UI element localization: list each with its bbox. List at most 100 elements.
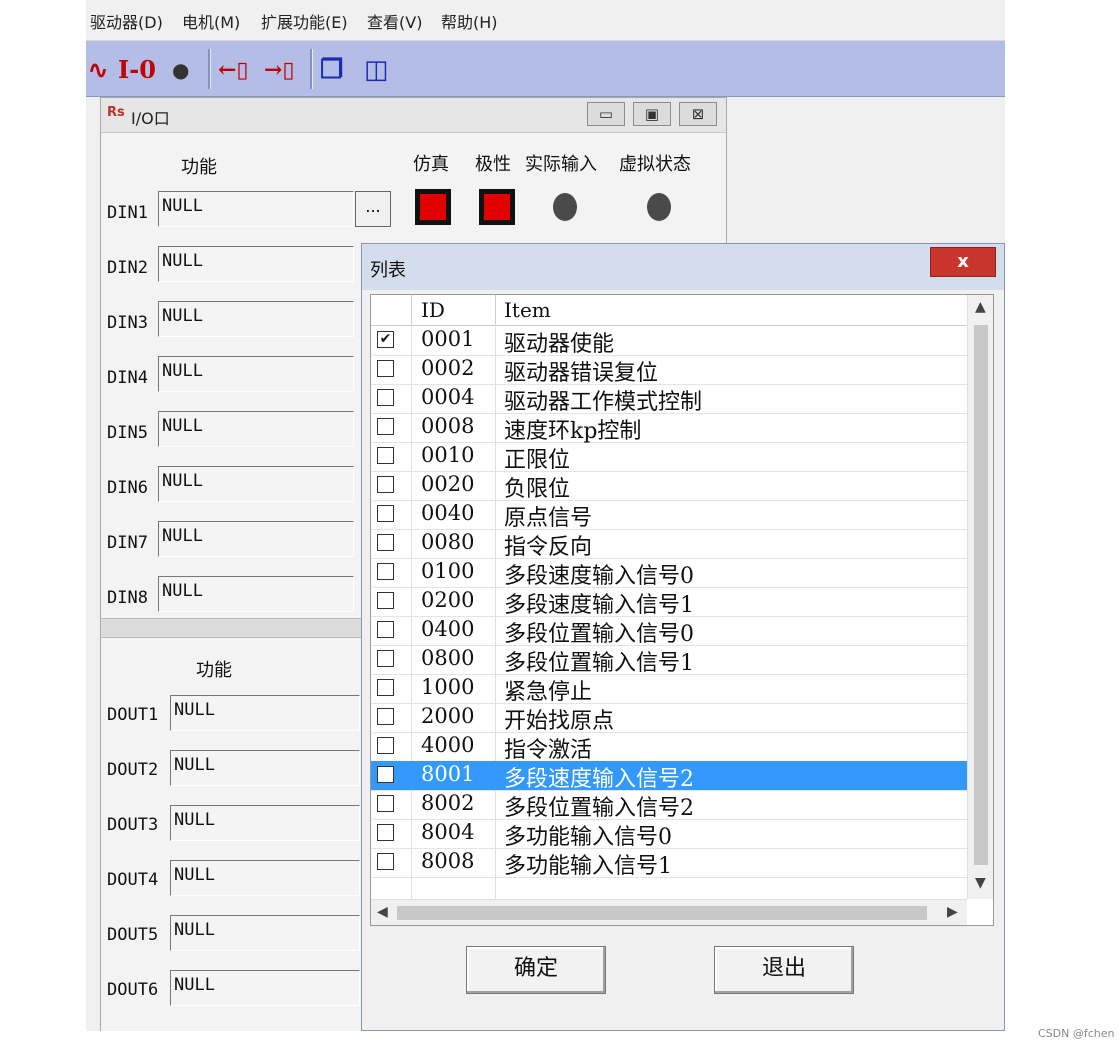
item-checkbox[interactable]: ✔: [377, 331, 394, 348]
list-item[interactable]: ✔ 0001 驱动器使能: [371, 326, 967, 357]
menu-view[interactable]: 查看(V): [367, 9, 422, 33]
item-checkbox[interactable]: [377, 737, 394, 754]
column-header-id[interactable]: ID: [421, 298, 445, 322]
horizontal-scrollbar[interactable]: ◀ ▶: [371, 899, 967, 925]
item-checkbox[interactable]: [377, 505, 394, 522]
item-checkbox[interactable]: [377, 650, 394, 667]
column-divider[interactable]: [411, 295, 412, 325]
horizontal-scroll-thumb[interactable]: [397, 906, 927, 920]
download-icon[interactable]: →▯: [264, 55, 295, 85]
exit-button[interactable]: 退出: [714, 946, 854, 994]
din-function-field[interactable]: NULL: [158, 301, 354, 337]
vertical-scroll-thumb[interactable]: [974, 325, 988, 865]
dout-function-field[interactable]: NULL: [170, 860, 360, 896]
item-checkbox[interactable]: [377, 360, 394, 377]
dout-function-field[interactable]: NULL: [170, 915, 360, 951]
output-function-header: 功能: [196, 660, 232, 681]
list-item[interactable]: 1000 紧急停止: [371, 674, 967, 705]
item-checkbox[interactable]: [377, 534, 394, 551]
menu-extensions[interactable]: 扩展功能(E): [261, 9, 348, 33]
list-item[interactable]: 0800 多段位置输入信号1: [371, 645, 967, 676]
toolbar: ∿ I-0 ● ←▯ →▯ ❐ ◫: [86, 41, 1005, 97]
list-item[interactable]: 0020 负限位: [371, 471, 967, 502]
item-checkbox[interactable]: [377, 824, 394, 841]
column-divider[interactable]: [495, 295, 496, 325]
column-header-item[interactable]: Item: [504, 298, 551, 322]
list-header: ID Item: [371, 295, 967, 326]
io-button[interactable]: I-0: [118, 55, 156, 85]
dialog-titlebar: 列表 x: [362, 244, 1004, 290]
actual-input-indicator: [553, 193, 577, 221]
menu-motor[interactable]: 电机(M): [182, 9, 240, 33]
minimize-button[interactable]: ▭: [587, 102, 625, 126]
scroll-right-icon[interactable]: ▶: [947, 904, 958, 920]
list-item[interactable]: 0200 多段速度输入信号1: [371, 587, 967, 618]
item-checkbox[interactable]: [377, 853, 394, 870]
scroll-left-icon[interactable]: ◀: [377, 904, 388, 920]
din-function-field[interactable]: NULL: [158, 466, 354, 502]
list-item[interactable]: 2000 开始找原点: [371, 703, 967, 734]
simulate-toggle[interactable]: [415, 189, 451, 225]
list-dialog: 列表 x ID Item ✔ 0001 驱动器使能 0002 驱动器错误复位 0004 驱动…: [361, 243, 1005, 1031]
dout-function-field[interactable]: NULL: [170, 695, 360, 731]
din-function-field[interactable]: NULL: [158, 411, 354, 447]
item-checkbox[interactable]: [377, 621, 394, 638]
item-checkbox[interactable]: [377, 592, 394, 609]
list-item[interactable]: 0010 正限位: [371, 442, 967, 473]
item-id: 0020: [421, 472, 475, 496]
item-checkbox[interactable]: [377, 389, 394, 406]
item-checkbox[interactable]: [377, 795, 394, 812]
list-item[interactable]: 8008 多功能输入信号1: [371, 848, 967, 879]
close-button[interactable]: ⊠: [679, 102, 717, 126]
list-item[interactable]: 0004 驱动器工作模式控制: [371, 384, 967, 415]
item-id: 8008: [421, 849, 475, 873]
list-item[interactable]: 4000 指令激活: [371, 732, 967, 763]
item-name: 多功能输入信号1: [504, 854, 672, 879]
list-item[interactable]: 8004 多功能输入信号0: [371, 819, 967, 850]
confirm-button[interactable]: 确定: [466, 946, 606, 994]
item-checkbox[interactable]: [377, 563, 394, 580]
din-function-field[interactable]: NULL: [158, 576, 354, 612]
dout-function-field[interactable]: NULL: [170, 750, 360, 786]
item-checkbox[interactable]: [377, 476, 394, 493]
item-checkbox[interactable]: [377, 418, 394, 435]
din-function-field[interactable]: NULL: [158, 246, 354, 282]
din-label: DIN2: [107, 258, 148, 278]
cascade-windows-icon[interactable]: ❐: [320, 55, 343, 85]
upload-icon[interactable]: ←▯: [218, 55, 249, 85]
item-checkbox[interactable]: [377, 708, 394, 725]
list-item[interactable]: 0040 原点信号: [371, 500, 967, 531]
item-checkbox[interactable]: [377, 447, 394, 464]
scroll-down-icon[interactable]: ▼: [975, 875, 986, 891]
list-item[interactable]: 0100 多段速度输入信号0: [371, 558, 967, 589]
vertical-scrollbar[interactable]: ▲ ▼: [967, 295, 993, 899]
dout-function-field[interactable]: NULL: [170, 805, 360, 841]
polarity-toggle[interactable]: [479, 189, 515, 225]
dialog-close-button[interactable]: x: [930, 247, 996, 277]
browse-button[interactable]: ...: [355, 191, 391, 227]
din-label: DIN5: [107, 423, 148, 443]
virtual-state-header: 虚拟状态: [619, 154, 691, 175]
menu-driver[interactable]: 驱动器(D): [90, 9, 163, 33]
record-icon[interactable]: ●: [172, 55, 189, 85]
dout-function-field[interactable]: NULL: [170, 970, 360, 1006]
list-item[interactable]: 0400 多段位置输入信号0: [371, 616, 967, 647]
din-function-field[interactable]: NULL: [158, 356, 354, 392]
list-item[interactable]: 8001 多段速度输入信号2: [371, 761, 967, 792]
scroll-up-icon[interactable]: ▲: [975, 299, 986, 315]
maximize-button[interactable]: ▣: [633, 102, 671, 126]
dout-label: DOUT6: [107, 980, 159, 1000]
waveform-icon[interactable]: ∿: [88, 55, 108, 85]
menu-help[interactable]: 帮助(H): [441, 9, 498, 33]
din-function-field[interactable]: NULL: [158, 191, 354, 227]
list-item[interactable]: 0002 驱动器错误复位: [371, 355, 967, 386]
list-item[interactable]: 0080 指令反向: [371, 529, 967, 560]
list-item[interactable]: 0008 速度环kp控制: [371, 413, 967, 444]
item-id: 8001: [421, 762, 475, 786]
list-item[interactable]: 8002 多段位置输入信号2: [371, 790, 967, 821]
item-name: 速度环kp控制: [504, 419, 642, 444]
item-checkbox[interactable]: [377, 679, 394, 696]
item-checkbox[interactable]: [377, 766, 394, 783]
tile-windows-icon[interactable]: ◫: [364, 55, 389, 85]
din-function-field[interactable]: NULL: [158, 521, 354, 557]
